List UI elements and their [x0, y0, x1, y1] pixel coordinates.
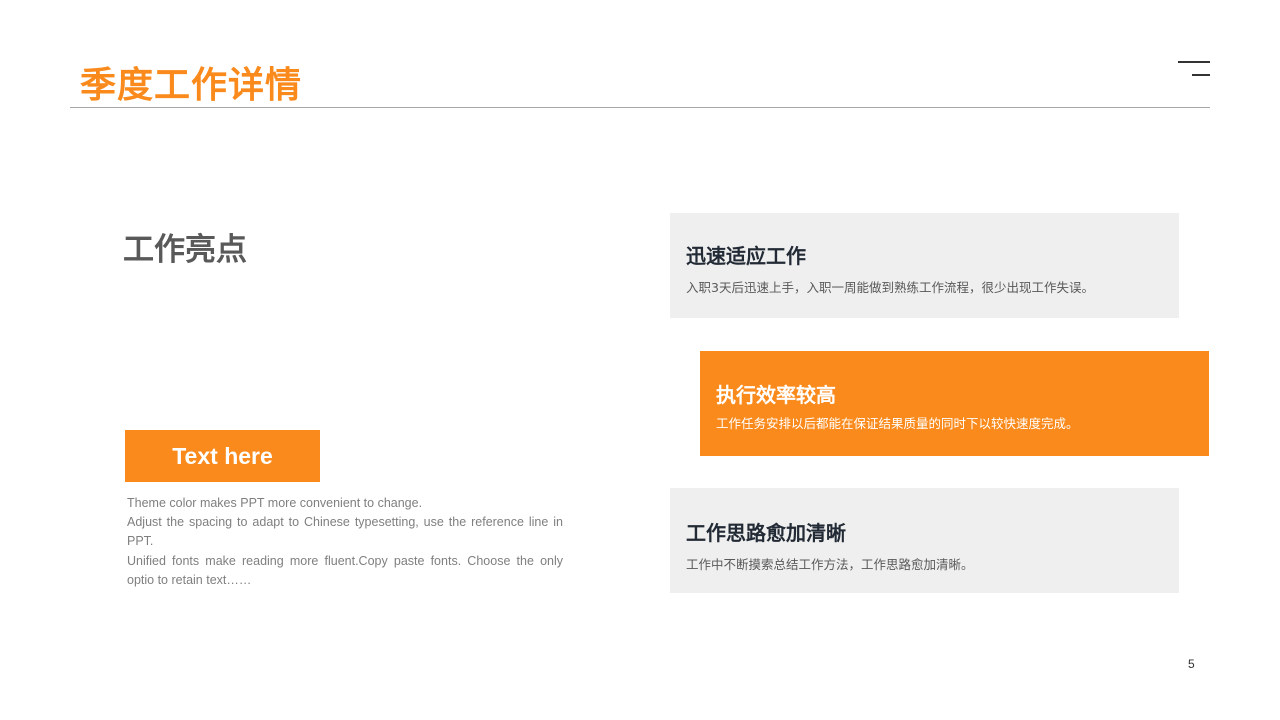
- section-heading: 工作亮点: [123, 232, 247, 268]
- description-line: Adjust the spacing to adapt to Chinese t…: [127, 515, 563, 549]
- page-number: 5: [1188, 657, 1195, 671]
- highlight-card-efficiency: 执行效率较高 工作任务安排以后都能在保证结果质量的同时下以较快速度完成。: [700, 351, 1209, 456]
- card-body: 工作中不断摸索总结工作方法，工作思路愈加清晰。: [686, 557, 974, 572]
- title-divider: [70, 107, 1210, 108]
- description-text: Theme color makes PPT more convenient to…: [127, 494, 563, 590]
- card-title: 工作思路愈加清晰: [686, 521, 846, 545]
- slide-title: 季度工作详情: [80, 65, 303, 106]
- highlight-card-adapt: 迅速适应工作 入职3天后迅速上手，入职一周能做到熟练工作流程，很少出现工作失误。: [670, 213, 1179, 318]
- card-title: 迅速适应工作: [686, 244, 806, 268]
- highlight-card-clarity: 工作思路愈加清晰 工作中不断摸索总结工作方法，工作思路愈加清晰。: [670, 488, 1179, 593]
- description-line: Theme color makes PPT more convenient to…: [127, 496, 423, 510]
- menu-icon-bar-top: [1178, 61, 1210, 63]
- card-title: 执行效率较高: [716, 383, 836, 407]
- menu-icon[interactable]: [1178, 61, 1210, 77]
- card-body: 工作任务安排以后都能在保证结果质量的同时下以较快速度完成。: [716, 416, 1079, 431]
- description-line: Unified fonts make reading more fluent.C…: [127, 553, 563, 587]
- card-body: 入职3天后迅速上手，入职一周能做到熟练工作流程，很少出现工作失误。: [686, 280, 1094, 295]
- menu-icon-bar-bottom: [1192, 74, 1210, 76]
- text-here-button[interactable]: Text here: [125, 430, 320, 482]
